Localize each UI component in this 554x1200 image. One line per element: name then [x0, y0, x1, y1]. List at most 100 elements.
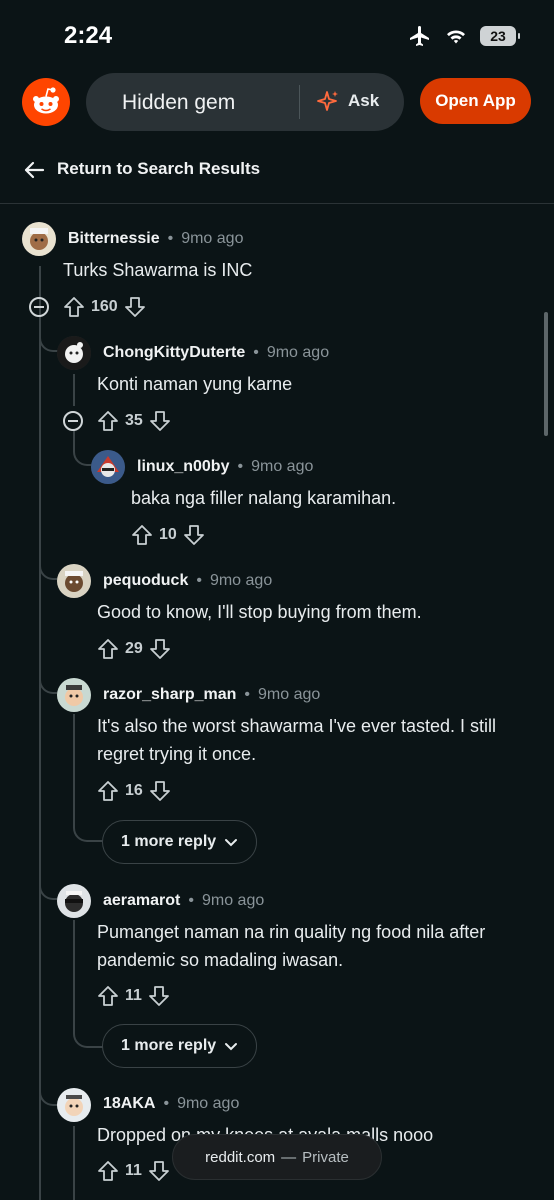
comment-meta: linux_n00by • 9mo ago	[137, 458, 313, 476]
comment-actions: 160	[29, 296, 146, 318]
comment-actions: 16	[97, 780, 171, 802]
vote-count: 11	[125, 987, 142, 1004]
separator-dot: •	[188, 892, 194, 909]
timestamp: 9mo ago	[201, 892, 265, 909]
downvote-icon[interactable]	[124, 296, 146, 318]
vote-count: 160	[91, 298, 118, 315]
comment-body: Good to know, I'll stop buying from them…	[97, 602, 422, 622]
return-to-search-link[interactable]: Return to Search Results	[0, 134, 554, 204]
author-name[interactable]: aeramarot	[103, 892, 180, 910]
comment-body: baka nga filler nalang karamihan.	[131, 488, 397, 508]
thread-line	[73, 1126, 75, 1200]
upvote-icon[interactable]	[97, 985, 119, 1007]
url-bar[interactable]: reddit.com — Private	[172, 1134, 382, 1180]
upvote-icon[interactable]	[97, 780, 119, 802]
upvote-icon[interactable]	[131, 524, 153, 546]
vote-count: 11	[125, 1162, 142, 1179]
collapse-icon[interactable]	[63, 411, 83, 431]
comment-body: It's also the worst shawarma I've ever t…	[97, 716, 497, 764]
status-bar: 2:24 23	[0, 0, 554, 70]
comment-actions: 35	[63, 410, 171, 432]
chevron-down-icon	[225, 1043, 238, 1051]
timestamp: 9mo ago	[177, 1095, 240, 1112]
author-name[interactable]: razor_sharp_man	[103, 686, 236, 704]
vote-count: 16	[125, 782, 143, 799]
vote-count: 29	[125, 640, 143, 657]
vote-count: 10	[159, 526, 177, 543]
search-bar[interactable]: Hidden gem Ask	[86, 73, 404, 131]
return-label: Return to Search Results	[57, 159, 261, 178]
separator-dot: •	[167, 230, 174, 247]
upvote-icon[interactable]	[97, 1160, 119, 1182]
downvote-icon[interactable]	[148, 985, 170, 1007]
comment-meta: Bitternessie • 9mo ago	[68, 230, 243, 248]
battery-level: 23	[490, 28, 506, 44]
comment-actions: 11	[97, 1160, 170, 1182]
collapse-icon[interactable]	[29, 297, 49, 317]
comment-thread: Bitternessie • 9mo ago Turks Shawarma is…	[0, 204, 554, 1200]
top-header: Hidden gem Ask Open App	[0, 70, 554, 134]
more-replies-button[interactable]: 1 more reply	[102, 1024, 258, 1068]
ask-label: Ask	[348, 91, 380, 110]
open-app-button[interactable]: Open App	[420, 78, 531, 124]
url-separator: —	[281, 1148, 297, 1166]
author-name[interactable]: linux_n00by	[137, 458, 229, 476]
comment-body: Konti naman yung karne	[97, 374, 293, 394]
separator-dot: •	[253, 344, 259, 361]
scrollbar[interactable]	[544, 312, 548, 436]
upvote-icon[interactable]	[63, 296, 85, 318]
avatar[interactable]	[57, 336, 91, 370]
author-name[interactable]: 18AKA	[103, 1095, 155, 1113]
timestamp: 9mo ago	[251, 458, 314, 475]
timestamp: 9mo ago	[266, 344, 330, 361]
battery-icon: 23	[480, 26, 520, 46]
downvote-icon[interactable]	[148, 1160, 170, 1182]
avatar[interactable]	[57, 564, 91, 598]
comment-meta: aeramarot • 9mo ago	[103, 892, 264, 910]
url-domain: reddit.com	[205, 1148, 276, 1166]
separator-dot: •	[163, 1095, 170, 1112]
downvote-icon[interactable]	[149, 410, 171, 432]
more-replies-label: 1 more reply	[121, 833, 217, 850]
downvote-icon[interactable]	[149, 780, 171, 802]
wifi-icon	[447, 30, 465, 44]
timestamp: 9mo ago	[258, 686, 321, 703]
comment-actions: 29	[97, 638, 171, 660]
airplane-icon	[410, 26, 429, 46]
avatar[interactable]	[91, 450, 125, 484]
separator-dot: •	[237, 458, 244, 475]
comment-meta: 18AKA • 9mo ago	[103, 1095, 239, 1113]
ask-button[interactable]: Ask	[316, 89, 379, 113]
author-name[interactable]: pequoduck	[103, 572, 188, 590]
thread-line	[39, 318, 41, 1200]
avatar[interactable]	[22, 222, 56, 256]
separator-dot: •	[244, 686, 250, 703]
search-query[interactable]: Hidden gem	[122, 91, 235, 115]
downvote-icon[interactable]	[149, 638, 171, 660]
more-replies-label: 1 more reply	[121, 1037, 217, 1054]
comment-actions: 10	[131, 524, 205, 546]
more-replies-button[interactable]: 1 more reply	[102, 820, 258, 864]
comment-meta: razor_sharp_man • 9mo ago	[103, 686, 320, 704]
thread-connector	[73, 1000, 103, 1048]
thread-line	[73, 374, 75, 406]
author-name[interactable]: Bitternessie	[68, 230, 160, 248]
reddit-logo-icon[interactable]	[22, 78, 70, 126]
comment-actions: 11	[97, 985, 170, 1007]
comment-meta: pequoduck • 9mo ago	[103, 572, 272, 590]
comment-body: Turks Shawarma is INC	[63, 260, 253, 280]
downvote-icon[interactable]	[183, 524, 205, 546]
upvote-icon[interactable]	[97, 410, 119, 432]
browsing-mode: Private	[302, 1148, 349, 1166]
upvote-icon[interactable]	[97, 638, 119, 660]
chevron-down-icon	[225, 839, 238, 847]
avatar[interactable]	[57, 884, 91, 918]
clock: 2:24	[64, 22, 113, 49]
separator-dot: •	[196, 572, 202, 589]
avatar[interactable]	[57, 1088, 91, 1122]
vote-count: 35	[125, 412, 143, 429]
avatar[interactable]	[57, 678, 91, 712]
author-name[interactable]: ChongKittyDuterte	[103, 344, 245, 362]
search-divider	[299, 85, 300, 119]
sparkle-icon	[317, 91, 338, 111]
